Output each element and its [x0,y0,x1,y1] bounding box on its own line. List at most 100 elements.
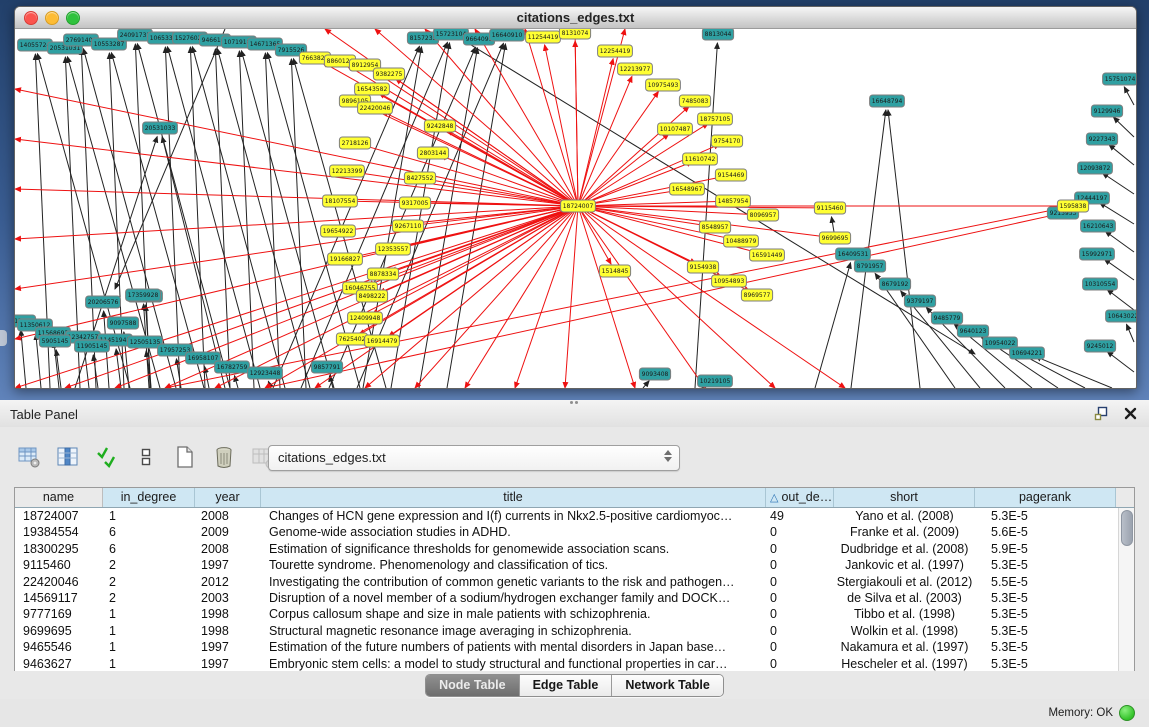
network-node[interactable]: 12254419 [598,45,633,57]
show-columns-icon[interactable] [55,444,81,470]
table-row[interactable]: 1872400712008Changes of HCN gene express… [15,508,1118,524]
network-node[interactable]: 8791957 [854,260,885,272]
network-node[interactable]: 8131074 [559,29,590,39]
network-node[interactable]: 10643022 [1106,310,1136,322]
network-table-select[interactable]: citations_edges.txt [268,445,680,471]
network-node[interactable]: 1595838 [1057,200,1088,212]
zoom-button[interactable] [66,11,80,25]
network-node[interactable]: 19654922 [321,225,356,237]
tab-network-table[interactable]: Network Table [612,675,723,696]
network-node[interactable]: 9857791 [311,361,342,373]
network-node[interactable]: 10488979 [724,235,759,247]
table-row[interactable]: 977716911998Corpus callosum shape and si… [15,606,1118,622]
network-node[interactable]: 18724007 [561,200,596,212]
network-node[interactable]: 18757105 [698,113,733,125]
network-node[interactable]: 12409948 [348,312,383,324]
network-canvas[interactable]: 1405572420531031276914061055328724091731… [15,29,1136,388]
network-node[interactable]: 1514845 [599,265,630,277]
network-node[interactable]: 16210643 [1081,220,1116,232]
close-panel-icon[interactable] [1124,407,1137,425]
network-node[interactable]: 9754170 [711,135,742,147]
column-header-in_degree[interactable]: in_degree [103,488,195,507]
network-node[interactable]: 8878334 [367,268,398,280]
network-node[interactable]: 16548967 [670,183,705,195]
network-node[interactable]: 9242848 [424,120,455,132]
network-node[interactable]: 19166827 [328,253,363,265]
column-header-title[interactable]: title [261,488,766,507]
column-header-year[interactable]: year [195,488,261,507]
network-node[interactable]: 8679192 [879,278,910,290]
network-node[interactable]: 2803144 [417,147,448,159]
tab-node-table[interactable]: Node Table [426,675,519,696]
network-node[interactable]: 8427552 [404,172,435,184]
network-node[interactable]: 11610742 [683,153,718,165]
network-node[interactable]: 12213399 [330,165,365,177]
network-node[interactable]: 10219105 [698,375,733,387]
network-node[interactable]: 22420046 [358,102,393,114]
table-row[interactable]: 969969511998Structural magnetic resonanc… [15,623,1118,639]
table-row[interactable]: 2242004622012Investigating the contribut… [15,574,1118,590]
network-node[interactable]: 16640910 [490,29,525,41]
network-node[interactable]: 8969577 [741,289,772,301]
network-node[interactable]: 9115460 [814,202,845,214]
network-node[interactable]: 9154469 [715,169,746,181]
network-node[interactable]: 9097588 [107,317,138,329]
select-all-icon[interactable] [94,444,120,470]
network-node[interactable]: 10975493 [646,79,681,91]
table-row[interactable]: 1456911722003Disruption of a novel membe… [15,590,1118,606]
tab-edge-table[interactable]: Edge Table [520,675,613,696]
column-header-pagerank[interactable]: pagerank [975,488,1116,507]
network-node[interactable]: 16782759 [215,361,250,373]
column-header-short[interactable]: short [834,488,975,507]
table-settings-icon[interactable] [16,444,42,470]
network-node[interactable]: 9317005 [399,197,430,209]
network-node[interactable]: 16543582 [355,83,390,95]
table-scrollbar[interactable] [1118,508,1134,671]
network-node[interactable]: 18107554 [323,195,358,207]
table-row[interactable]: 1938455462009Genome-wide association stu… [15,524,1118,540]
network-node[interactable]: 9154938 [687,261,718,273]
network-node[interactable]: 7485083 [679,95,710,107]
network-node[interactable]: 9699695 [819,232,850,244]
network-node[interactable]: 12093872 [1078,162,1113,174]
network-node[interactable]: 9379197 [904,295,935,307]
close-button[interactable] [24,11,38,25]
network-window-titlebar[interactable]: citations_edges.txt [15,7,1136,29]
network-node[interactable]: 9227343 [1086,133,1117,145]
network-node[interactable]: 8498222 [356,290,387,302]
network-node[interactable]: 5905145 [39,335,70,347]
network-node[interactable]: 8813044 [702,29,733,40]
scrollbar-thumb[interactable] [1121,510,1133,546]
network-node[interactable]: 16648794 [870,95,905,107]
network-node[interactable]: 10694221 [1010,347,1045,359]
network-node[interactable]: 8096957 [747,209,778,221]
panel-collapse-handle[interactable] [0,330,7,346]
network-node[interactable]: 9382275 [373,68,404,80]
split-divider-handle[interactable] [570,401,582,406]
network-node[interactable]: 12923448 [248,367,283,379]
table-row[interactable]: 911546021997Tourette syndrome. Phenomeno… [15,557,1118,573]
network-node[interactable]: 9485779 [931,312,962,324]
network-node[interactable]: 10310554 [1083,278,1118,290]
network-node[interactable]: 16409531 [836,248,871,260]
network-node[interactable]: 20531033 [143,122,178,134]
network-node[interactable]: 16591449 [750,249,785,261]
network-graph[interactable]: 1405572420531031276914061055328724091731… [15,29,1136,388]
table-row[interactable]: 946554611997Estimation of the future num… [15,639,1118,655]
network-node[interactable]: 9245012 [1084,340,1115,352]
memory-status-indicator[interactable] [1119,705,1135,721]
column-header-out_degree[interactable]: △out_de… [766,488,834,507]
network-node[interactable]: 11905145 [75,340,110,352]
network-node[interactable]: 9129946 [1091,105,1122,117]
network-node[interactable]: 15992971 [1080,248,1115,260]
table-row[interactable]: 946362711997Embryonic stem cells: a mode… [15,656,1118,672]
column-header-name[interactable]: name [15,488,103,507]
table-row[interactable]: 1830029562008Estimation of significance … [15,541,1118,557]
row-height-icon[interactable] [133,444,159,470]
network-node[interactable]: 17359928 [126,289,161,301]
network-node[interactable]: 12353557 [376,243,411,255]
new-table-icon[interactable] [172,444,198,470]
network-node[interactable]: 20206576 [86,296,121,308]
network-node[interactable]: 9640123 [957,325,988,337]
network-node[interactable]: 7625402 [336,333,367,345]
